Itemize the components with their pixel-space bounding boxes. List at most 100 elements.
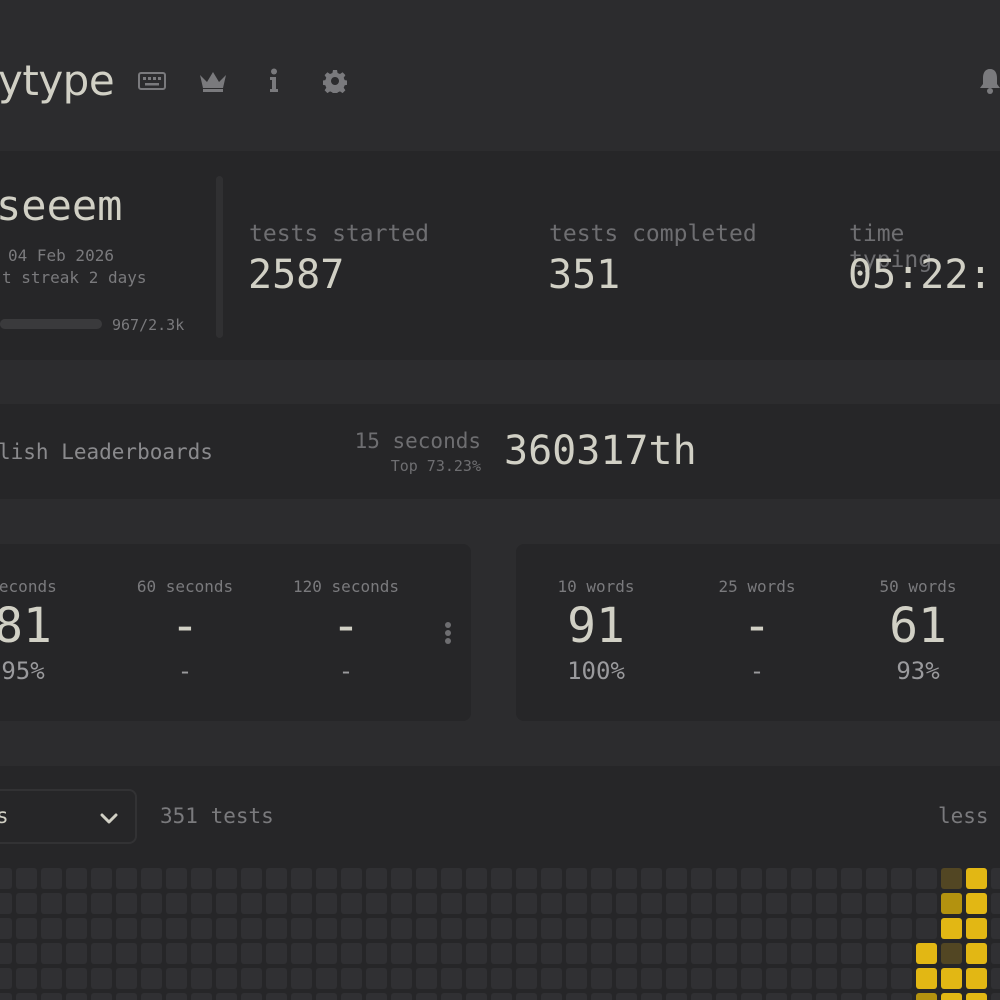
activity-cell[interactable] xyxy=(66,968,87,989)
activity-cell[interactable] xyxy=(441,993,462,1000)
activity-cell[interactable] xyxy=(291,868,312,889)
activity-cell[interactable] xyxy=(566,943,587,964)
activity-cell[interactable] xyxy=(766,943,787,964)
activity-cell[interactable] xyxy=(191,943,212,964)
activity-cell[interactable] xyxy=(116,968,137,989)
activity-cell[interactable] xyxy=(341,993,362,1000)
activity-cell[interactable] xyxy=(791,993,812,1000)
activity-cell[interactable] xyxy=(591,993,612,1000)
activity-cell[interactable] xyxy=(266,868,287,889)
activity-cell[interactable] xyxy=(416,968,437,989)
activity-cell[interactable] xyxy=(116,918,137,939)
activity-cell[interactable] xyxy=(891,943,912,964)
activity-cell[interactable] xyxy=(116,868,137,889)
activity-cell[interactable] xyxy=(391,868,412,889)
activity-cell[interactable] xyxy=(466,993,487,1000)
activity-cell[interactable] xyxy=(991,918,1000,939)
activity-cell[interactable] xyxy=(441,868,462,889)
activity-cell[interactable] xyxy=(266,968,287,989)
activity-cell[interactable] xyxy=(41,943,62,964)
activity-cell[interactable] xyxy=(241,918,262,939)
activity-cell[interactable] xyxy=(516,918,537,939)
activity-cell[interactable] xyxy=(116,943,137,964)
activity-cell[interactable] xyxy=(691,943,712,964)
activity-cell[interactable] xyxy=(541,868,562,889)
activity-cell[interactable] xyxy=(491,968,512,989)
activity-cell[interactable] xyxy=(691,918,712,939)
activity-cell[interactable] xyxy=(316,868,337,889)
activity-cell[interactable] xyxy=(641,968,662,989)
activity-cell[interactable] xyxy=(316,943,337,964)
activity-cell[interactable] xyxy=(966,918,987,939)
activity-cell[interactable] xyxy=(691,893,712,914)
activity-cell[interactable] xyxy=(66,943,87,964)
activity-cell[interactable] xyxy=(691,968,712,989)
activity-cell[interactable] xyxy=(866,918,887,939)
activity-cell[interactable] xyxy=(216,943,237,964)
activity-cell[interactable] xyxy=(766,918,787,939)
activity-cell[interactable] xyxy=(541,893,562,914)
activity-cell[interactable] xyxy=(816,918,837,939)
activity-cell[interactable] xyxy=(291,893,312,914)
activity-cell[interactable] xyxy=(666,943,687,964)
activity-cell[interactable] xyxy=(166,918,187,939)
activity-cell[interactable] xyxy=(341,943,362,964)
activity-cell[interactable] xyxy=(766,993,787,1000)
activity-cell[interactable] xyxy=(916,943,937,964)
activity-cell[interactable] xyxy=(966,943,987,964)
activity-cell[interactable] xyxy=(891,893,912,914)
activity-cell[interactable] xyxy=(566,868,587,889)
activity-cell[interactable] xyxy=(641,993,662,1000)
activity-cell[interactable] xyxy=(366,893,387,914)
activity-cell[interactable] xyxy=(66,993,87,1000)
activity-cell[interactable] xyxy=(466,968,487,989)
activity-cell[interactable] xyxy=(191,993,212,1000)
activity-cell[interactable] xyxy=(816,893,837,914)
activity-cell[interactable] xyxy=(541,918,562,939)
activity-cell[interactable] xyxy=(41,893,62,914)
activity-cell[interactable] xyxy=(866,868,887,889)
activity-cell[interactable] xyxy=(16,918,37,939)
activity-cell[interactable] xyxy=(41,868,62,889)
activity-cell[interactable] xyxy=(266,918,287,939)
activity-cell[interactable] xyxy=(166,868,187,889)
activity-cell[interactable] xyxy=(866,993,887,1000)
activity-cell[interactable] xyxy=(0,968,12,989)
activity-cell[interactable] xyxy=(366,918,387,939)
activity-cell[interactable] xyxy=(841,918,862,939)
activity-cell[interactable] xyxy=(991,993,1000,1000)
gear-icon[interactable] xyxy=(320,66,350,96)
activity-cell[interactable] xyxy=(816,968,837,989)
activity-cell[interactable] xyxy=(266,893,287,914)
activity-cell[interactable] xyxy=(141,893,162,914)
activity-cell[interactable] xyxy=(716,943,737,964)
activity-cell[interactable] xyxy=(366,993,387,1000)
activity-cell[interactable] xyxy=(441,918,462,939)
activity-cell[interactable] xyxy=(591,968,612,989)
activity-cell[interactable] xyxy=(516,968,537,989)
activity-cell[interactable] xyxy=(966,893,987,914)
activity-cell[interactable] xyxy=(91,993,112,1000)
activity-cell[interactable] xyxy=(241,993,262,1000)
activity-cell[interactable] xyxy=(616,893,637,914)
activity-cell[interactable] xyxy=(841,868,862,889)
activity-cell[interactable] xyxy=(766,893,787,914)
activity-cell[interactable] xyxy=(0,943,12,964)
activity-cell[interactable] xyxy=(991,943,1000,964)
activity-cell[interactable] xyxy=(941,868,962,889)
activity-cell[interactable] xyxy=(916,993,937,1000)
activity-cell[interactable] xyxy=(291,993,312,1000)
activity-cell[interactable] xyxy=(116,893,137,914)
activity-cell[interactable] xyxy=(466,868,487,889)
activity-cell[interactable] xyxy=(941,968,962,989)
activity-cell[interactable] xyxy=(16,993,37,1000)
activity-cell[interactable] xyxy=(791,868,812,889)
activity-cell[interactable] xyxy=(616,868,637,889)
activity-cell[interactable] xyxy=(141,868,162,889)
activity-cell[interactable] xyxy=(966,993,987,1000)
activity-cell[interactable] xyxy=(616,968,637,989)
activity-cell[interactable] xyxy=(466,918,487,939)
activity-cell[interactable] xyxy=(216,868,237,889)
activity-cell[interactable] xyxy=(591,893,612,914)
activity-cell[interactable] xyxy=(916,868,937,889)
